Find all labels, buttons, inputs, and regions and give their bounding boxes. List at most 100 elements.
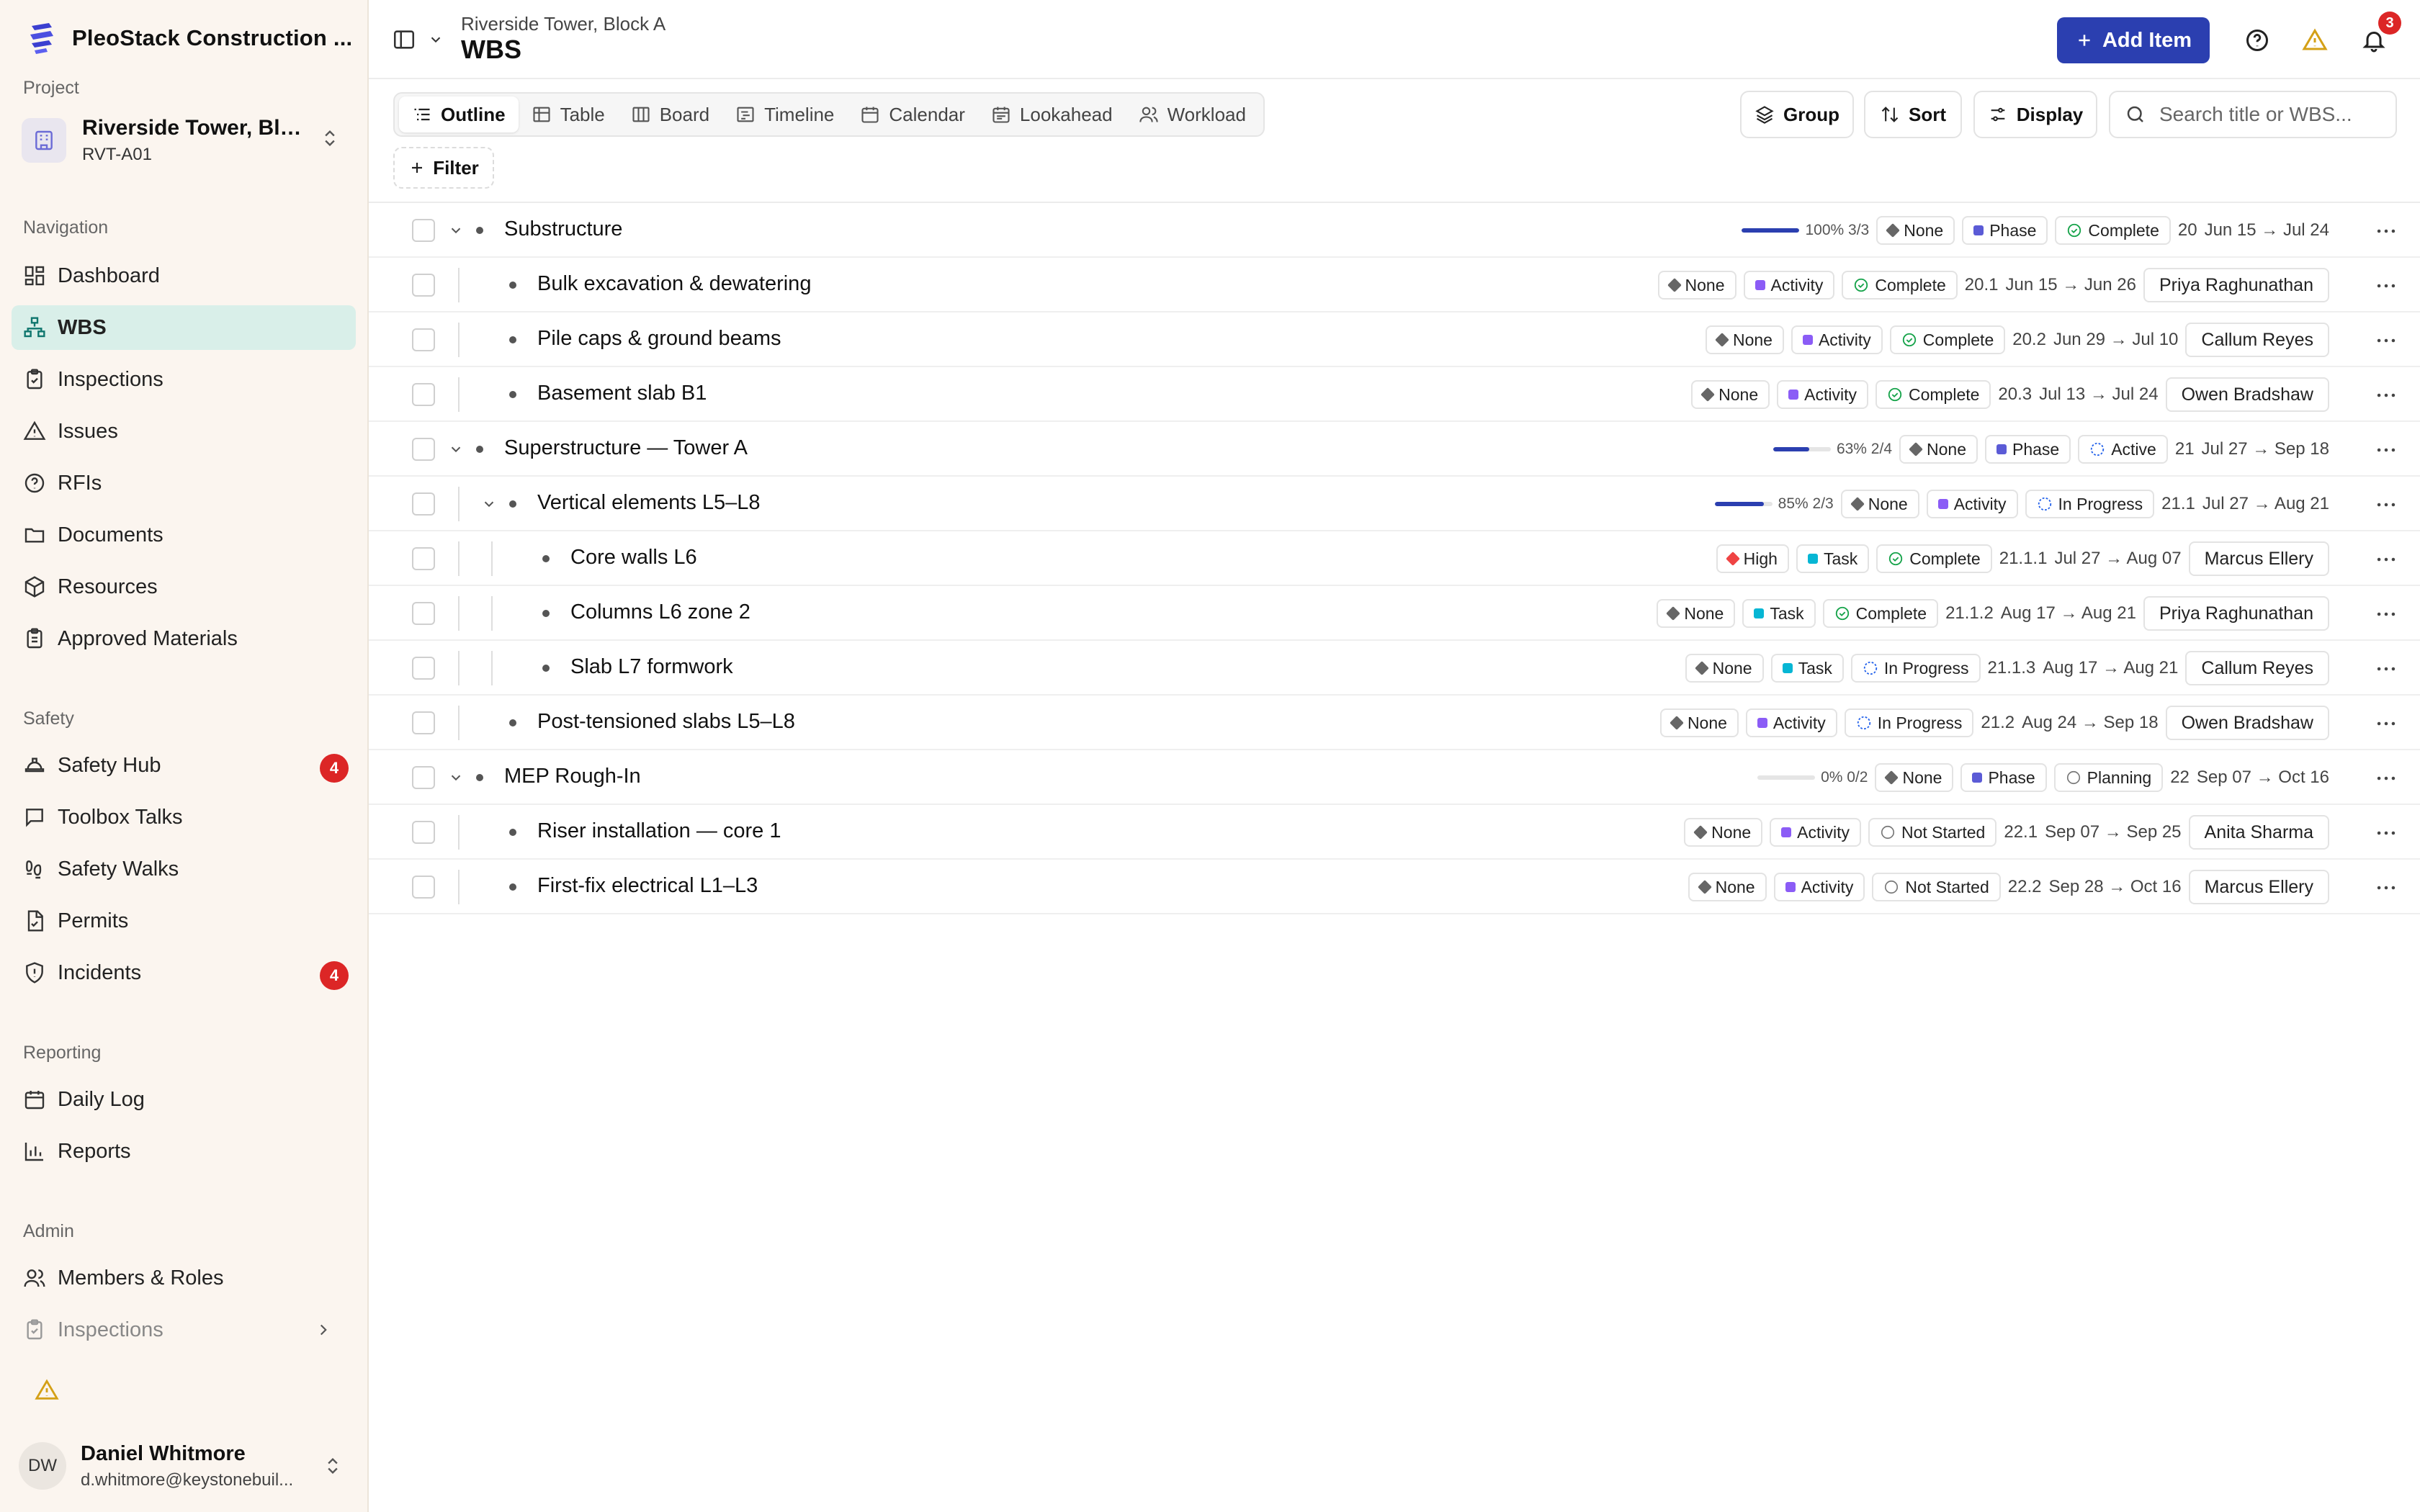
nav-documents[interactable]: Documents (12, 513, 356, 557)
assignee-chip[interactable]: Marcus Ellery (2188, 870, 2329, 904)
nav-reports[interactable]: Reports (12, 1129, 356, 1174)
row-checkbox[interactable] (412, 602, 435, 625)
more-horizontal-icon[interactable] (2374, 876, 2398, 900)
status-chip[interactable]: Complete (2055, 216, 2171, 245)
more-horizontal-icon[interactable] (2374, 711, 2398, 736)
nav-approved-materials[interactable]: Approved Materials (12, 616, 356, 661)
priority-chip[interactable]: None (1685, 654, 1764, 683)
status-chip[interactable]: Complete (1822, 599, 1939, 628)
nav-daily-log[interactable]: Daily Log (12, 1077, 356, 1122)
tab-timeline[interactable]: Timeline (722, 96, 847, 132)
row-checkbox[interactable] (412, 328, 435, 351)
breadcrumb[interactable]: Riverside Tower, Block A (461, 13, 666, 35)
more-horizontal-icon[interactable] (2374, 766, 2398, 791)
wbs-row[interactable]: First-fix electrical L1–L3 None Activity No… (369, 860, 2420, 914)
priority-chip[interactable]: None (1657, 271, 1736, 300)
priority-chip[interactable]: None (1899, 435, 1978, 464)
nav-rfis[interactable]: RFIs (12, 461, 356, 505)
chevron-down-icon[interactable] (448, 222, 464, 238)
more-horizontal-icon[interactable] (2374, 274, 2398, 298)
row-checkbox[interactable] (412, 438, 435, 461)
wbs-row[interactable]: Superstructure — Tower A 63% 2/4 None Phase… (369, 422, 2420, 477)
row-title[interactable]: Superstructure — Tower A (504, 436, 748, 460)
status-chip[interactable]: Complete (1876, 544, 1992, 573)
row-title[interactable]: Riser installation — core 1 (537, 819, 781, 843)
more-horizontal-icon[interactable] (2374, 821, 2398, 845)
wbs-row[interactable]: Post-tensioned slabs L5–L8 None Activity In… (369, 696, 2420, 750)
assignee-chip[interactable]: Marcus Ellery (2188, 541, 2329, 576)
tab-board[interactable]: Board (618, 96, 722, 132)
project-switcher[interactable]: Riverside Tower, Bloc... RVT-A01 (22, 109, 347, 171)
priority-chip[interactable]: None (1688, 873, 1767, 901)
row-title[interactable]: Post-tensioned slabs L5–L8 (537, 710, 795, 734)
filter-button[interactable]: Filter (393, 147, 494, 189)
priority-chip[interactable]: High (1716, 544, 1789, 573)
more-horizontal-icon[interactable] (2374, 657, 2398, 681)
priority-chip[interactable]: None (1876, 216, 1955, 245)
nav-members-roles[interactable]: Members & Roles (12, 1256, 356, 1300)
more-horizontal-icon[interactable] (2374, 328, 2398, 353)
assignee-chip[interactable]: Callum Reyes (2185, 323, 2329, 357)
chevron-down-icon[interactable] (448, 441, 464, 457)
row-title[interactable]: Bulk excavation & dewatering (537, 272, 811, 296)
row-checkbox[interactable] (412, 657, 435, 680)
assignee-chip[interactable]: Callum Reyes (2185, 651, 2329, 685)
wbs-row[interactable]: Core walls L6 High Task Complete 21.1.1 Jul 2… (369, 531, 2420, 586)
assignee-chip[interactable]: Priya Raghunathan (2143, 596, 2329, 631)
status-chip[interactable]: In Progress (2025, 490, 2155, 518)
chevron-down-icon[interactable] (481, 496, 497, 512)
nav-dashboard[interactable]: Dashboard (12, 253, 356, 298)
row-checkbox[interactable] (412, 821, 435, 844)
tab-workload[interactable]: Workload (1126, 96, 1259, 132)
brand[interactable]: PleoStack Construction ... (27, 22, 375, 55)
row-title[interactable]: MEP Rough-In (504, 765, 641, 788)
help-circle-icon[interactable] (2244, 27, 2270, 53)
status-chip[interactable]: Complete (1875, 380, 1991, 409)
sort-button[interactable]: Sort (1864, 91, 1962, 138)
row-checkbox[interactable] (412, 766, 435, 789)
more-horizontal-icon[interactable] (2374, 492, 2398, 517)
type-chip[interactable]: Activity (1773, 873, 1865, 901)
display-button[interactable]: Display (1973, 91, 2097, 138)
nav-inspections[interactable]: Inspections (12, 357, 356, 402)
tab-calendar[interactable]: Calendar (847, 96, 978, 132)
type-chip[interactable]: Phase (1960, 763, 2047, 792)
assignee-chip[interactable]: Anita Sharma (2188, 815, 2329, 850)
tab-table[interactable]: Table (519, 96, 618, 132)
wbs-row[interactable]: Vertical elements L5–L8 85% 2/3 None Activi… (369, 477, 2420, 531)
wbs-row[interactable]: Bulk excavation & dewatering None Activity… (369, 258, 2420, 312)
more-horizontal-icon[interactable] (2374, 383, 2398, 408)
type-chip[interactable]: Activity (1743, 271, 1835, 300)
user-menu[interactable]: DW Daniel Whitmore d.whitmore@keystonebu… (19, 1437, 350, 1495)
row-title[interactable]: Substructure (504, 217, 622, 241)
row-title[interactable]: First-fix electrical L1–L3 (537, 874, 758, 898)
nav-permits[interactable]: Permits (12, 899, 356, 943)
priority-chip[interactable]: None (1705, 325, 1784, 354)
type-chip[interactable]: Activity (1745, 708, 1837, 737)
search-input[interactable] (2159, 103, 2390, 126)
status-chip[interactable]: Planning (2053, 763, 2164, 792)
priority-chip[interactable]: None (1659, 708, 1739, 737)
row-title[interactable]: Core walls L6 (570, 546, 697, 570)
status-chip[interactable]: Complete (1842, 271, 1958, 300)
assignee-chip[interactable]: Owen Bradshaw (2165, 706, 2329, 740)
tab-lookahead[interactable]: Lookahead (978, 96, 1126, 132)
wbs-row[interactable]: Columns L6 zone 2 None Task Complete 21.1.2 A… (369, 586, 2420, 641)
wbs-row[interactable]: Substructure 100% 3/3 None Phase Complete 20 J… (369, 203, 2420, 258)
chevron-down-icon[interactable] (428, 32, 444, 48)
status-chip[interactable]: Complete (1889, 325, 2006, 354)
nav-issues[interactable]: Issues (12, 409, 356, 454)
priority-chip[interactable]: None (1657, 599, 1736, 628)
row-checkbox[interactable] (412, 274, 435, 297)
row-checkbox[interactable] (412, 547, 435, 570)
nav-incidents[interactable]: Incidents 4 (12, 950, 356, 995)
type-chip[interactable]: Activity (1791, 325, 1883, 354)
type-chip[interactable]: Phase (1962, 216, 2048, 245)
type-chip[interactable]: Task (1742, 599, 1816, 628)
type-chip[interactable]: Activity (1770, 818, 1861, 847)
assignee-chip[interactable]: Owen Bradshaw (2165, 377, 2329, 412)
row-title[interactable]: Slab L7 formwork (570, 655, 733, 679)
nav-toolbox-talks[interactable]: Toolbox Talks (12, 795, 356, 840)
add-item-button[interactable]: Add Item (2057, 17, 2210, 63)
status-chip[interactable]: Active (2078, 435, 2168, 464)
